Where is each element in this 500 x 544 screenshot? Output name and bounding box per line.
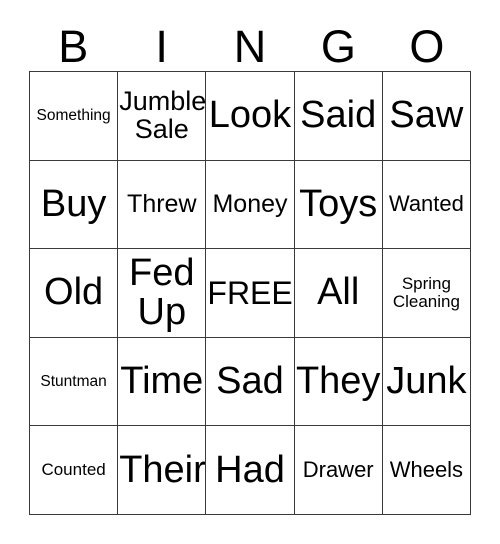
bingo-cell[interactable]: Look [206, 72, 295, 161]
bingo-cell[interactable]: Saw [382, 72, 471, 161]
bingo-header: B I N G O [29, 14, 471, 71]
bingo-cell-free[interactable]: FREE [206, 249, 295, 338]
bingo-cell[interactable]: Money [206, 160, 295, 250]
bingo-cell[interactable]: Had [206, 426, 295, 515]
bingo-cell[interactable]: Old [30, 249, 119, 338]
bingo-cell-label: Drawer [302, 456, 374, 482]
bingo-cell[interactable]: Threw [118, 160, 207, 250]
bingo-cell[interactable]: Time [118, 337, 207, 427]
bingo-cell-label: Wheels [389, 456, 464, 482]
bingo-cell-label: FREE [207, 274, 293, 311]
bingo-cell-label: Junk [386, 360, 467, 403]
bingo-cell[interactable]: Their [118, 426, 207, 515]
bingo-cell[interactable]: Toys [294, 160, 383, 250]
bingo-cell[interactable]: They [294, 337, 383, 427]
bingo-cell-label: Buy [40, 182, 107, 225]
bingo-cell[interactable]: Junk [382, 337, 471, 427]
bingo-cell[interactable]: Said [294, 72, 383, 161]
bingo-cell[interactable]: Something [30, 72, 119, 161]
bingo-cell-label: Threw [127, 189, 197, 218]
bingo-cell-label: Saw [389, 94, 464, 137]
bingo-cell-label: Old [44, 271, 104, 314]
bingo-cell-label: Had [215, 448, 285, 491]
bingo-cell[interactable]: All [294, 249, 383, 338]
bingo-cell-label: Money [212, 189, 288, 218]
bingo-cell-label: Spring Cleaning [392, 274, 460, 311]
bingo-cell-label: Toys [299, 182, 378, 225]
bingo-cell-label: Their [119, 448, 206, 491]
bingo-cell-label: Time [120, 360, 204, 403]
bingo-cell[interactable]: Counted [30, 426, 119, 515]
bingo-cell-label: Something [36, 106, 111, 124]
bingo-cell-label: Stuntman [40, 372, 107, 390]
bingo-cell[interactable]: Stuntman [30, 337, 119, 427]
bingo-card: B I N G O Something Jumble Sale Look Said Sa… [0, 0, 500, 544]
bingo-cell-label: Wanted [388, 191, 464, 217]
bingo-cell[interactable]: Spring Cleaning [382, 249, 471, 338]
bingo-cell[interactable]: Fed Up [118, 249, 207, 338]
bingo-cell[interactable]: Buy [30, 160, 119, 250]
header-letter-b: B [58, 21, 89, 72]
bingo-grid: Something Jumble Sale Look Said Saw Buy Threw M… [29, 71, 471, 515]
bingo-cell[interactable]: Sad [206, 337, 295, 427]
bingo-cell-label: Fed Up [129, 251, 195, 333]
header-letter-n: N [233, 21, 267, 72]
header-letter-i: I [155, 21, 168, 72]
bingo-cell-label: Said [300, 94, 377, 137]
bingo-cell-label: Jumble Sale [119, 86, 207, 144]
bingo-cell[interactable]: Wheels [382, 426, 471, 515]
header-letter-g: G [320, 21, 356, 72]
bingo-cell[interactable]: Wanted [382, 160, 471, 250]
bingo-cell-label: Counted [41, 460, 106, 480]
bingo-cell[interactable]: Drawer [294, 426, 383, 515]
bingo-cell-label: Look [208, 94, 292, 137]
bingo-cell[interactable]: Jumble Sale [118, 72, 207, 161]
bingo-cell-label: Sad [216, 360, 284, 403]
header-letter-o: O [409, 21, 445, 72]
bingo-cell-label: They [295, 360, 381, 403]
bingo-cell-label: All [317, 271, 360, 314]
